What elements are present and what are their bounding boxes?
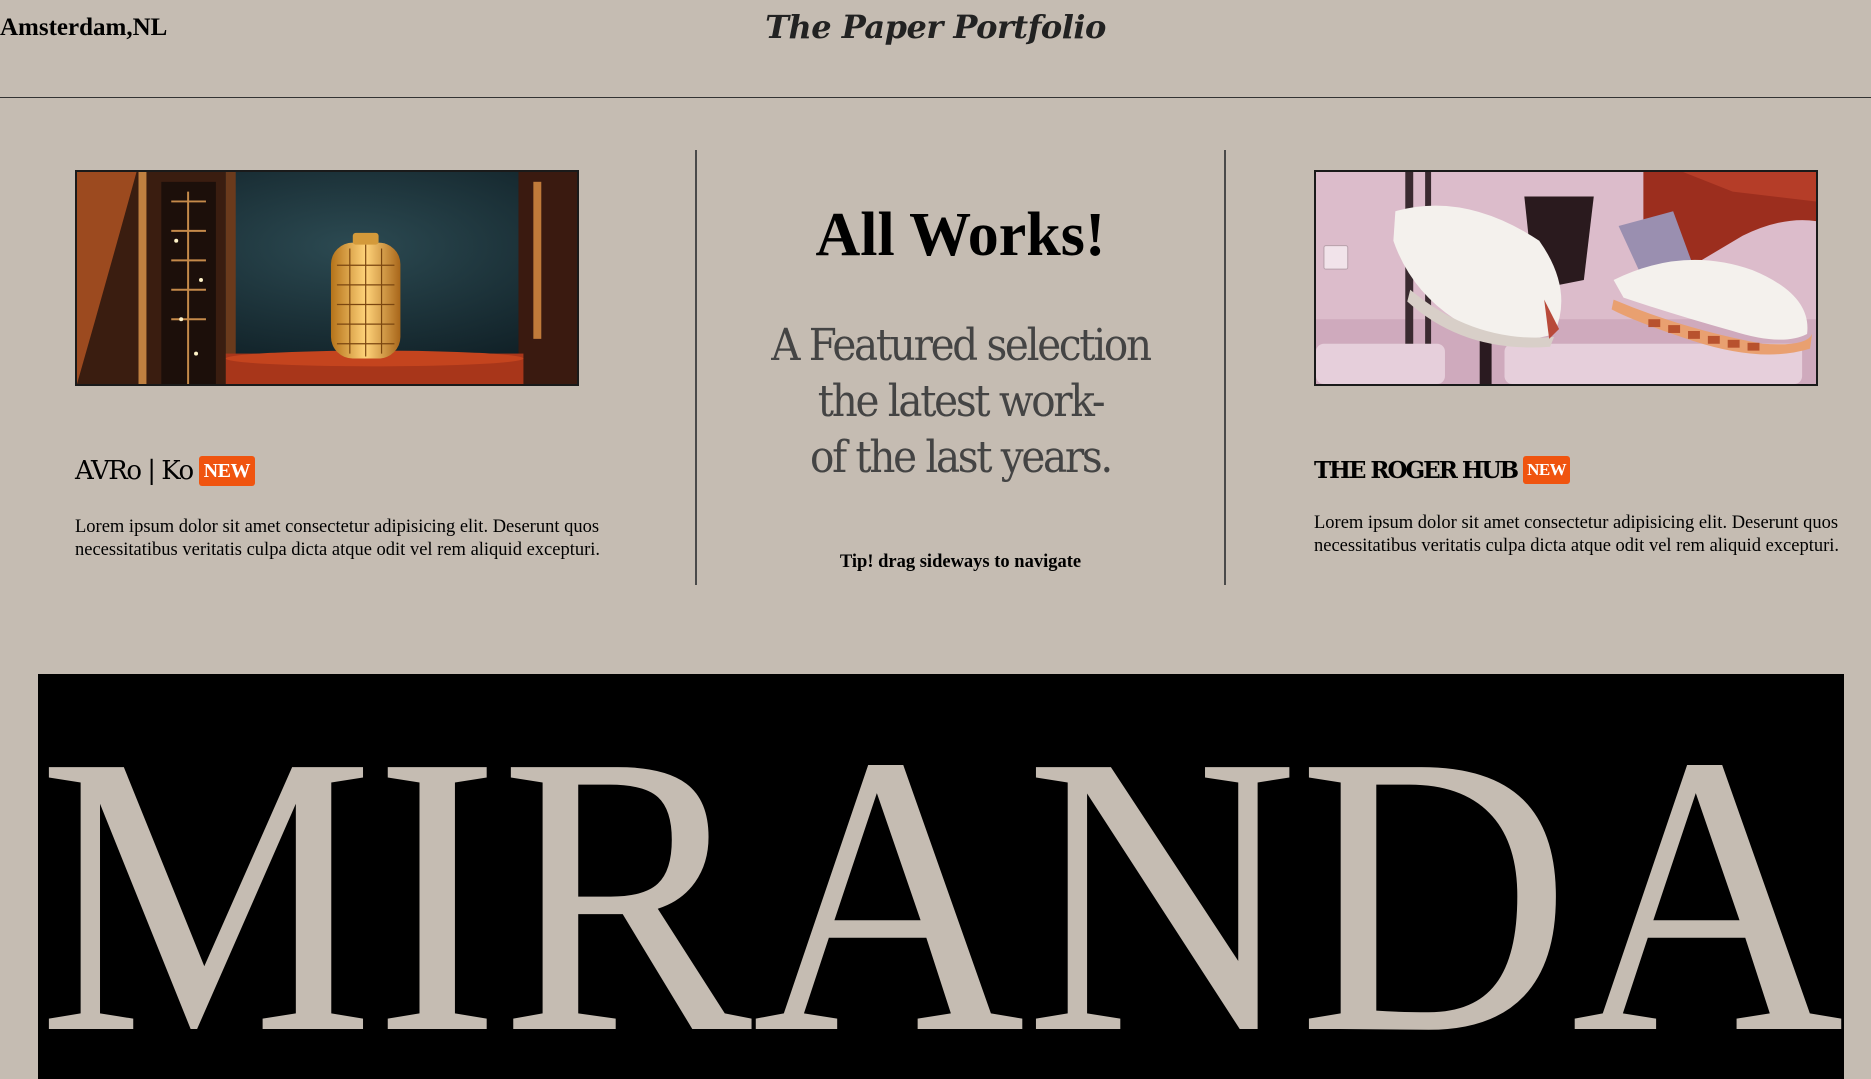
project-description: Lorem ipsum dolor sit amet consectetur a… (1314, 513, 1840, 556)
lantern-scene-image (77, 172, 577, 384)
subtitle-line: the latest work- (817, 376, 1106, 427)
section-title: All Works! (815, 201, 1106, 269)
sneaker-scene-image (1316, 172, 1816, 384)
section-subtitle: A Featured selection the latest work- of… (718, 318, 1203, 486)
project-image-roger-hub[interactable] (1314, 170, 1818, 386)
name-banner: MIRANDA (38, 674, 1844, 1079)
new-badge: NEW (1523, 456, 1571, 484)
banner-text-graphic: MIRANDA (38, 674, 1844, 1079)
navigation-tip: Tip! drag sideways to navigate (839, 552, 1082, 572)
project-title-roger-hub[interactable]: THE ROGER HUB NEW (1314, 456, 1571, 484)
column-divider-right (1224, 150, 1226, 585)
page: Amsterdam,NL The Paper Portfolio AVRo | … (0, 0, 1871, 1079)
banner-name-text: MIRANDA (38, 674, 1844, 1079)
new-badge: NEW (198, 456, 255, 486)
subtitle-line: A Featured selection (771, 320, 1152, 371)
project-description: Lorem ipsum dolor sit amet consectetur a… (75, 517, 601, 560)
header-divider (0, 97, 1871, 98)
project-title-text: THE ROGER HUB (1314, 456, 1519, 484)
project-image-avro-ko[interactable] (75, 170, 579, 386)
brand-logo[interactable]: The Paper Portfolio (0, 8, 1871, 46)
project-title-text: AVRo | Ko (75, 456, 194, 486)
subtitle-line: of the last years. (810, 432, 1113, 483)
project-title-avro-ko[interactable]: AVRo | Ko NEW (75, 456, 255, 486)
